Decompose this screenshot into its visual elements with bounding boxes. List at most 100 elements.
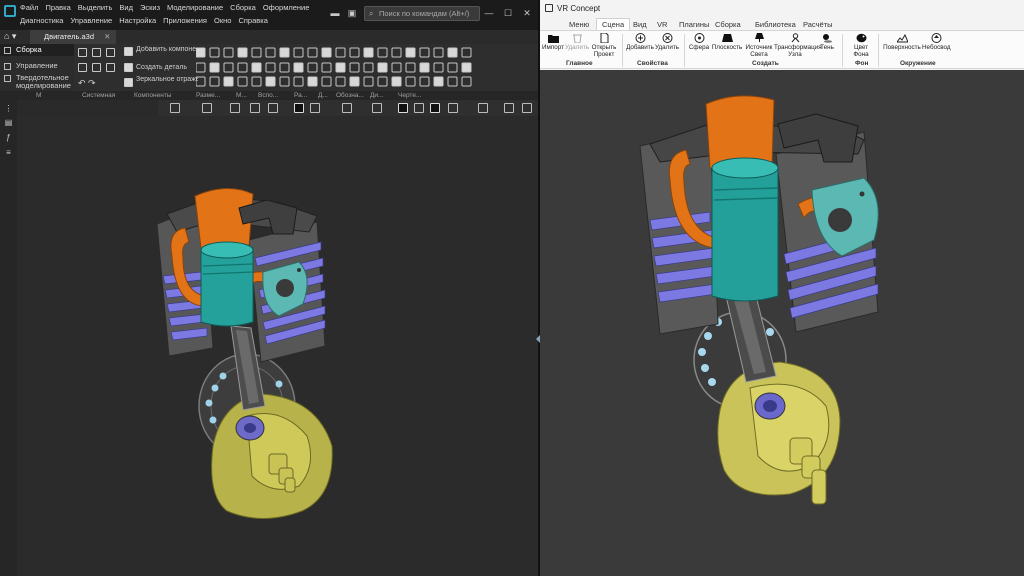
visibility-icon[interactable]	[342, 103, 352, 113]
ribbon-tool-icon[interactable]	[377, 76, 388, 87]
layout-icon[interactable]: ▣	[347, 8, 357, 18]
ribbon-tool-icon[interactable]	[335, 62, 346, 73]
surface-button[interactable]: Поверхность	[882, 31, 922, 52]
menu-diagnostics[interactable]: Диагностика	[20, 16, 63, 25]
paste-icon[interactable]	[106, 63, 115, 72]
ribbon-tool-icon[interactable]	[307, 76, 318, 87]
ribbon-tool-icon[interactable]	[237, 47, 248, 58]
ribbon-tool-icon[interactable]	[419, 47, 430, 58]
sphere-button[interactable]: Сфера	[688, 31, 710, 52]
open-icon[interactable]	[92, 48, 101, 57]
tab-menu[interactable]: Меню	[564, 19, 594, 30]
ribbon-tool-icon[interactable]	[349, 47, 360, 58]
ribbon-tool-icon[interactable]	[279, 62, 290, 73]
zoom-icon[interactable]	[202, 103, 212, 113]
ribbon-tool-icon[interactable]	[196, 62, 206, 73]
menu-help[interactable]: Справка	[238, 16, 267, 25]
ribbon-tool-icon[interactable]	[447, 47, 458, 58]
measure-icon[interactable]	[504, 103, 514, 113]
home-icon[interactable]: ⌂ ▾	[4, 31, 16, 42]
tab-plugins[interactable]: Плагины	[674, 19, 714, 30]
open-project-button[interactable]: Открыть Проект	[590, 31, 618, 58]
delete-property-button[interactable]: Удалить	[654, 31, 680, 52]
ribbon-tool-icon[interactable]	[363, 76, 374, 87]
ribbon-tool-icon[interactable]	[391, 76, 402, 87]
ribbon-tool-icon[interactable]	[293, 62, 304, 73]
menu-manage[interactable]: Управление	[70, 16, 112, 25]
panel-item-assembly[interactable]: Сборка	[0, 44, 74, 56]
orient-icon[interactable]	[268, 103, 278, 113]
menu-apps[interactable]: Приложения	[163, 16, 207, 25]
cube-icon[interactable]	[414, 103, 424, 113]
document-tab[interactable]: Двигатель.a3d ✕	[30, 30, 117, 44]
menu-settings[interactable]: Настройка	[119, 16, 156, 25]
zoom-fit-icon[interactable]	[170, 103, 180, 113]
variables-icon[interactable]: ƒ	[4, 133, 13, 142]
ribbon-tool-icon[interactable]	[279, 47, 290, 58]
tree-icon[interactable]: ⋮	[4, 104, 13, 113]
tab-view[interactable]: Вид	[628, 19, 652, 30]
minimize-icon[interactable]: —	[484, 8, 494, 18]
ribbon-tool-icon[interactable]	[293, 76, 304, 87]
ribbon-tool-icon[interactable]	[461, 47, 472, 58]
background-color-button[interactable]: Цвет Фона	[848, 31, 874, 58]
ribbon-tool-icon[interactable]	[391, 62, 402, 73]
ribbon-tool-icon[interactable]	[433, 62, 444, 73]
section-icon[interactable]	[372, 103, 382, 113]
ribbon-tool-icon[interactable]	[461, 76, 472, 87]
menu-format[interactable]: Оформление	[263, 3, 310, 12]
ribbon-tool-icon[interactable]	[349, 76, 360, 87]
shaded-icon[interactable]	[294, 103, 304, 113]
tab-assembly[interactable]: Сборка	[710, 19, 746, 30]
ribbon-tool-icon[interactable]	[447, 62, 458, 73]
undo-icon[interactable]: ↶ ↷	[78, 79, 96, 88]
add-property-button[interactable]: Добавить	[626, 31, 654, 52]
lights-icon[interactable]	[448, 103, 458, 113]
ribbon-tool-icon[interactable]	[363, 62, 374, 73]
menu-window[interactable]: Окно	[214, 16, 231, 25]
ribbon-tool-icon[interactable]	[265, 47, 276, 58]
kompas-3d-viewport[interactable]	[17, 116, 538, 576]
plane-button[interactable]: Плоскость	[710, 31, 744, 52]
mirror-component-button[interactable]: Зеркальное отражение ко...	[136, 76, 198, 84]
ribbon-tool-icon[interactable]	[335, 76, 346, 87]
maximize-icon[interactable]: ☐	[503, 8, 513, 18]
shadow-button[interactable]: Тень	[816, 31, 838, 52]
tab-library[interactable]: Библиотека	[750, 19, 801, 30]
layers-icon[interactable]: ≡	[4, 148, 13, 157]
pan-icon[interactable]	[250, 103, 260, 113]
ribbon-tool-icon[interactable]	[223, 62, 234, 73]
ribbon-tool-icon[interactable]	[419, 62, 430, 73]
ribbon-tool-icon[interactable]	[377, 62, 388, 73]
ribbon-tool-icon[interactable]	[251, 62, 262, 73]
ribbon-tool-icon[interactable]	[321, 47, 332, 58]
menu-modeling[interactable]: Моделирование	[167, 3, 223, 12]
ribbon-tool-icon[interactable]	[196, 47, 206, 58]
ribbon-tool-icon[interactable]	[405, 62, 416, 73]
filter-icon[interactable]	[478, 103, 488, 113]
select-filter-icon[interactable]	[398, 103, 408, 113]
panel-item-solid-modeling[interactable]: Твердотельное моделирование	[0, 72, 74, 92]
ribbon-tool-icon[interactable]	[223, 76, 234, 87]
menu-view[interactable]: Вид	[119, 3, 133, 12]
settings-icon[interactable]	[522, 103, 532, 113]
ribbon-tool-icon[interactable]	[209, 76, 220, 87]
ribbon-tool-icons[interactable]	[196, 44, 538, 91]
transform-node-button[interactable]: Трансформация Узла	[774, 31, 822, 58]
ribbon-tool-icon[interactable]	[279, 76, 290, 87]
menu-edit[interactable]: Правка	[45, 3, 70, 12]
ribbon-tool-icon[interactable]	[405, 47, 416, 58]
rotate-icon[interactable]	[230, 103, 240, 113]
ribbon-tool-icon[interactable]	[209, 47, 220, 58]
minimize-panel-icon[interactable]: ▬	[330, 8, 340, 18]
tab-scene[interactable]: Сцена	[596, 18, 631, 30]
ribbon-tool-icon[interactable]	[237, 62, 248, 73]
ribbon-tool-icon[interactable]	[251, 47, 262, 58]
ribbon-tool-icon[interactable]	[196, 76, 206, 87]
perspective-icon[interactable]	[430, 103, 440, 113]
ribbon-tool-icon[interactable]	[419, 76, 430, 87]
skybox-button[interactable]: Небосвод	[922, 31, 951, 52]
ribbon-tool-icon[interactable]	[377, 47, 388, 58]
light-source-button[interactable]: Источник Света	[744, 31, 774, 58]
import-button[interactable]: Импорт	[542, 31, 564, 52]
